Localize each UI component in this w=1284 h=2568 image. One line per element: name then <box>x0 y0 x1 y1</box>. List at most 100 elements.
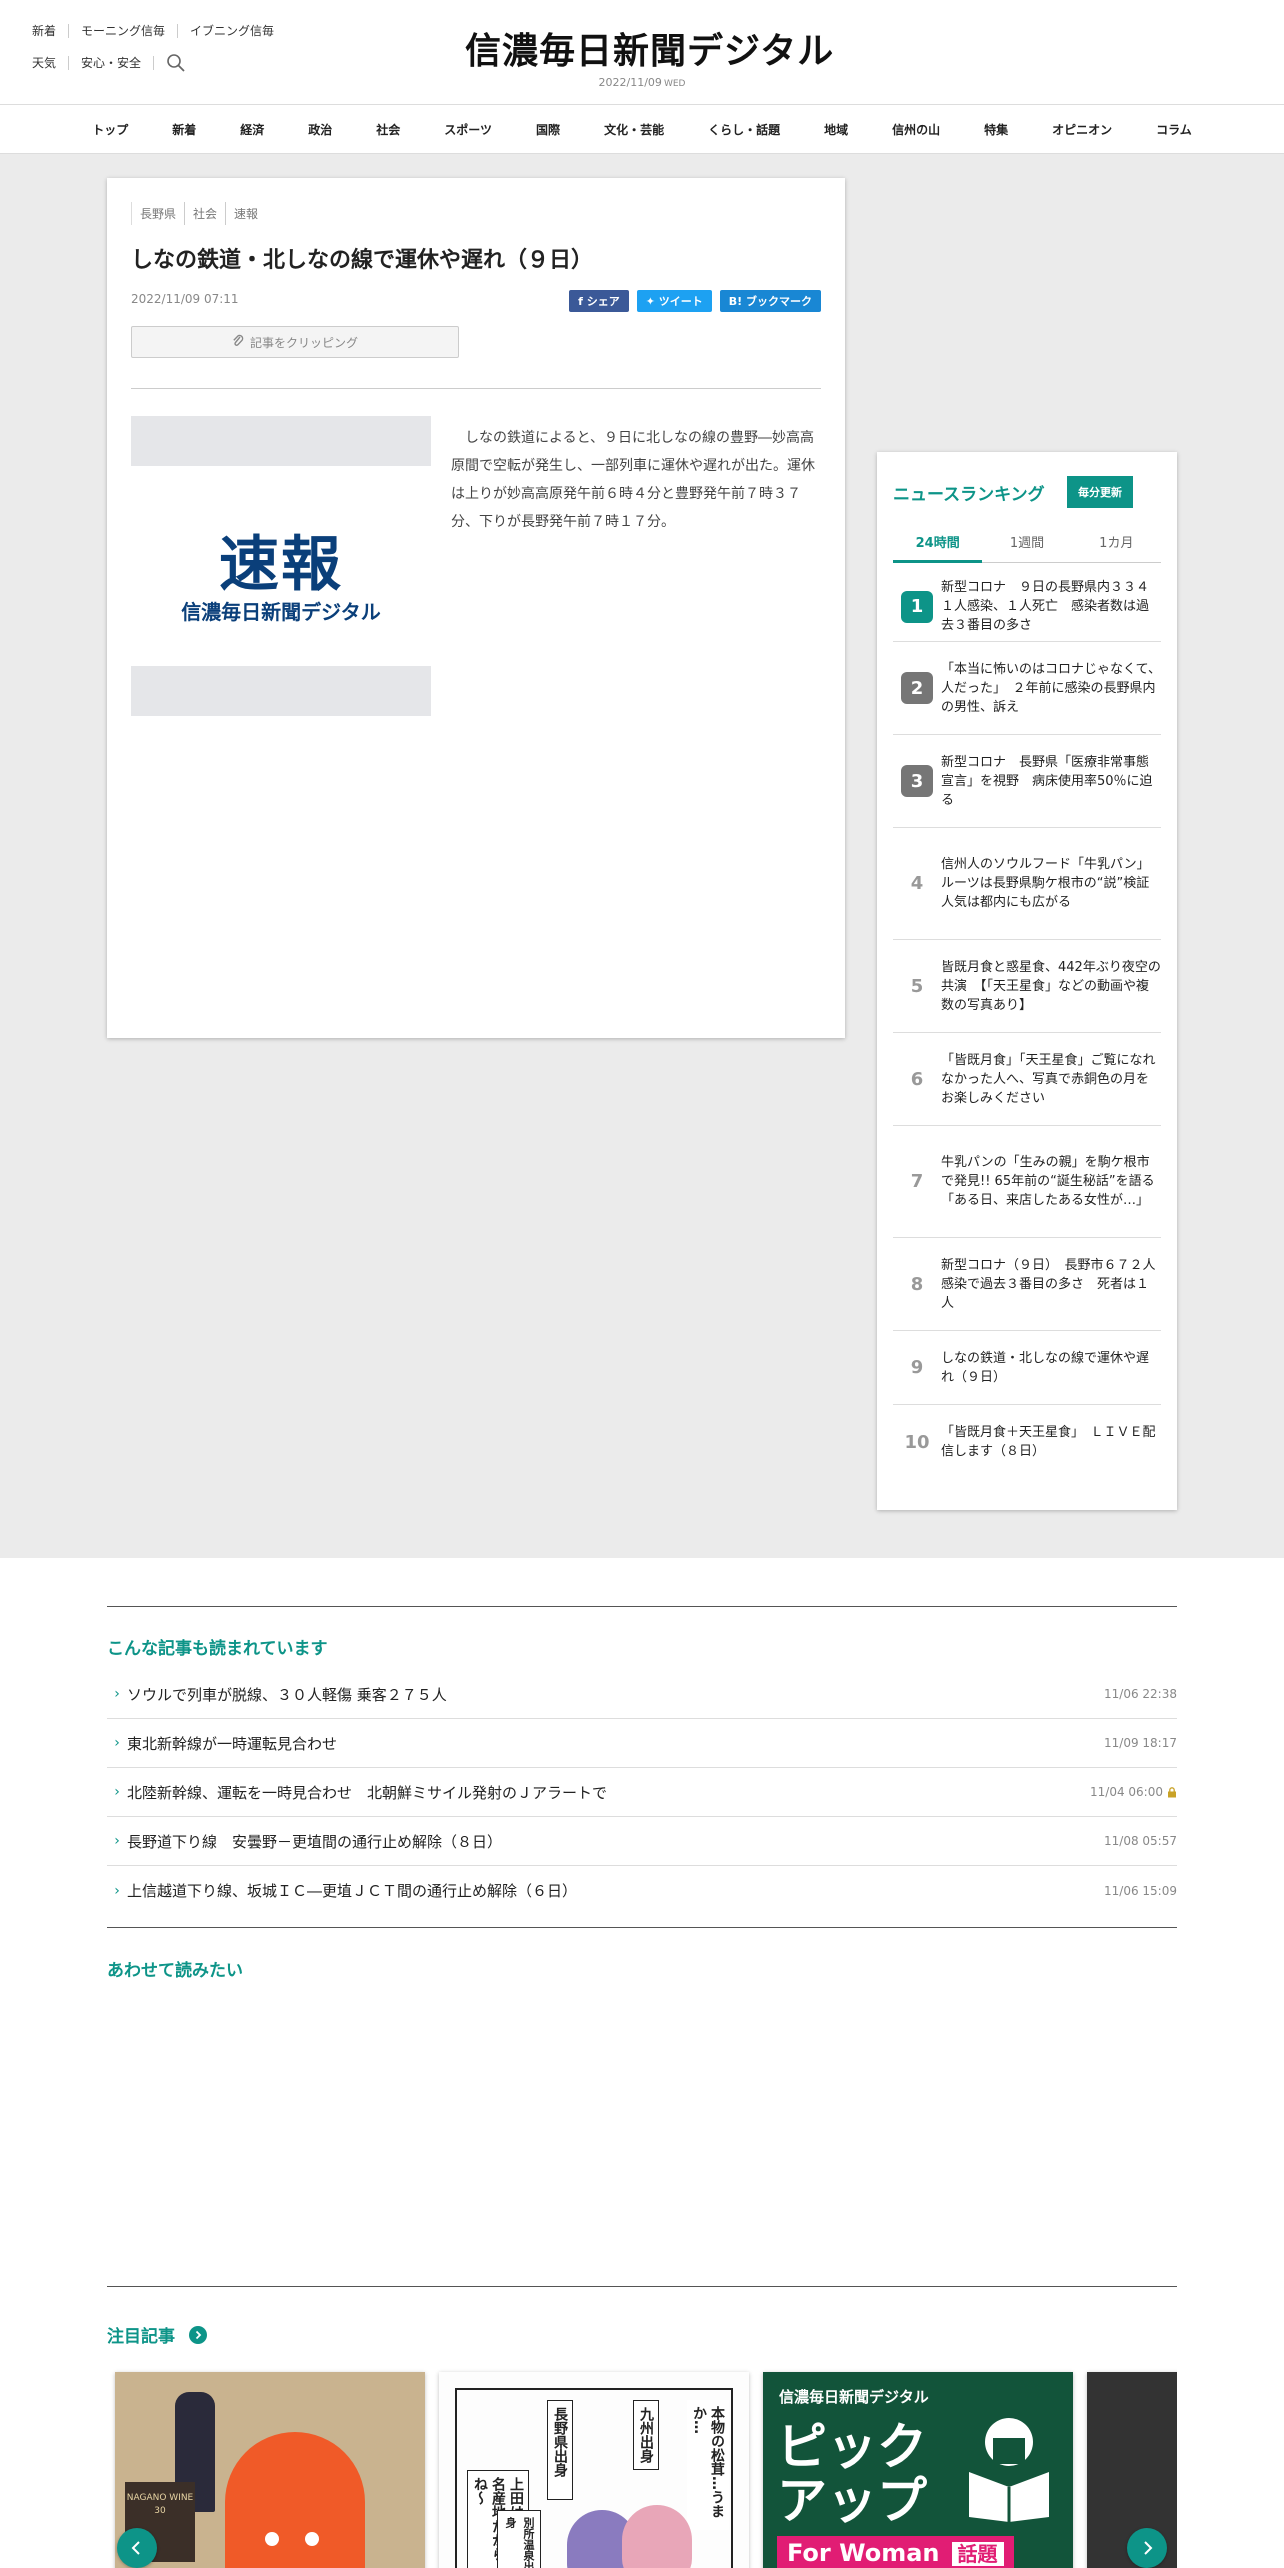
header-link-evening[interactable]: イブニング信毎 <box>190 24 286 38</box>
site-logo[interactable]: 信濃毎日新聞デジタル 2022/11/09 WED <box>465 22 833 89</box>
clip-article-button[interactable]: 記事をクリッピング <box>131 326 459 358</box>
tab-1week[interactable]: 1週間 <box>982 532 1071 562</box>
article-body: しなの鉄道によると、９日に北しなの線の豊野―妙高高原間で空転が発生し、一部列車に… <box>451 430 815 530</box>
ranking-item[interactable]: 3 新型コロナ 長野県「医療非常事態宣言」を視野 病床使用率50％に迫る <box>893 735 1161 828</box>
site-header: 新着 モーニング信毎 イブニング信毎 天気 安心・安全 信濃毎日新聞デジタル 2… <box>0 0 1284 104</box>
rank-number: 10 <box>904 1431 930 1453</box>
chevron-right-circle-icon[interactable] <box>189 2325 207 2344</box>
nav-item-politics[interactable]: 政治 <box>286 121 354 138</box>
rank-number: 7 <box>910 1171 924 1192</box>
ranking-item[interactable]: 10 「皆既月食＋天王星食」 ＬＩＶＥ配信します（８日） <box>893 1405 1161 1479</box>
nav-item-life[interactable]: くらし・話題 <box>686 121 802 138</box>
related-top-rule <box>107 1606 1177 1607</box>
ranking-item-text: 新型コロナ ９日の長野県内３３４１人感染、１人死亡 感染者数は過去３番目の多さ <box>941 580 1150 633</box>
nav-item-region[interactable]: 地域 <box>802 121 870 138</box>
tab-24h[interactable]: 24時間 <box>893 532 983 563</box>
tag-breaking[interactable]: 速報 <box>225 202 266 225</box>
tag-nagano[interactable]: 長野県 <box>131 202 184 225</box>
ranking-item-text: 新型コロナ 長野県「医療非常事態宣言」を視野 病床使用率50％に迫る <box>941 754 1153 808</box>
nav-item-new[interactable]: 新着 <box>150 121 218 138</box>
tag-society[interactable]: 社会 <box>184 202 225 225</box>
mascot-eye <box>265 2532 279 2546</box>
chevron-right-icon: › <box>114 1882 120 1899</box>
related-item-title: 東北新幹線が一時運転見合わせ <box>127 1734 338 1753</box>
chevron-right-icon: › <box>114 1833 120 1849</box>
rank-number: 4 <box>910 873 924 894</box>
hatena-icon: B! <box>728 295 746 308</box>
ranking-item[interactable]: 7 牛乳パンの「生みの親」を駒ケ根市で発見!! 65年前の“誕生秘話”を語る「あ… <box>893 1126 1161 1238</box>
manga-bubble: 九州出身 <box>633 2400 659 2470</box>
image-breaking-text: 速報 <box>219 530 343 600</box>
rank-number: 8 <box>910 1273 924 1295</box>
featured-card[interactable]: 信濃毎日新聞デジタル ピック アップ For Woman 話題 <box>763 2372 1073 2568</box>
chevron-left-icon <box>131 2541 140 2555</box>
image-bar-bottom <box>131 666 431 716</box>
related-item[interactable]: › 長野道下り線 安曇野－更埴間の通行止め解除（８日） 11/08 05:57 <box>107 1817 1177 1866</box>
card-logo-text: 信濃毎日新聞デジタル <box>779 2388 929 2406</box>
related-section-title: こんな記事も読まれています <box>107 1639 328 1659</box>
ranking-item[interactable]: 5 皆既月食と惑星食、442年ぶり夜空の共演 【「天王星食」などの動画や複数の写… <box>893 940 1161 1033</box>
header-link-new[interactable]: 新着 <box>32 24 70 38</box>
related-item-title: 上信越道下り線、坂城ＩＣ―更埴ＪＣＴ間の通行止め解除（６日） <box>127 1882 578 1900</box>
manga-bubble: 長野県出身 <box>547 2400 573 2500</box>
ranking-item[interactable]: 2 「本当に怖いのはコロナじゃなくて、人だった」 ２年前に感染の長野県内の男性、… <box>893 642 1161 735</box>
related-item[interactable]: › 東北新幹線が一時運転見合わせ 11/09 18:17 <box>107 1719 1177 1768</box>
related-item-date: 11/06 15:09 <box>1104 1883 1177 1898</box>
manga-bubble: 本物の松茸…うまか… <box>687 2400 729 2530</box>
related-item-title: 長野道下り線 安曇野－更埴間の通行止め解除（８日） <box>127 1832 503 1851</box>
featured-carousel: NAGANO WINE 30 上田は松茸の名産地だからね～ 長野県出身 九州出身… <box>107 2368 1177 2568</box>
featured-top-rule <box>107 2286 1177 2287</box>
image-bar-top <box>131 416 431 466</box>
nav-item-economy[interactable]: 経済 <box>218 121 286 138</box>
related-item[interactable]: › 上信越道下り線、坂城ＩＣ―更埴ＪＣＴ間の通行止め解除（６日） 11/06 1… <box>107 1866 1177 1915</box>
rank-badge: 3 <box>901 765 933 797</box>
ranking-item[interactable]: 4 信州人のソウルフード「牛乳パン」 ルーツは長野県駒ケ根市の“説”検証 人気は… <box>893 828 1163 940</box>
twitter-share-button[interactable]: ✦ ツイート <box>636 290 712 312</box>
carousel-next-button[interactable] <box>1127 2528 1167 2568</box>
card-photo-mascot <box>225 2432 365 2568</box>
ranking-item[interactable]: 8 新型コロナ（９日） 長野市６７２人感染で過去３番目の多さ 死者は１人 <box>893 1238 1161 1331</box>
ranking-item[interactable]: 1 新型コロナ ９日の長野県内３３４１人感染、１人死亡 感染者数は過去３番目の多… <box>893 572 1161 642</box>
header-date: 2022/11/09 WED <box>598 76 686 89</box>
header-link-weather[interactable]: 天気 <box>32 56 70 70</box>
nav-item-international[interactable]: 国際 <box>514 121 582 138</box>
nav-item-top[interactable]: トップ <box>70 121 150 138</box>
ranking-item[interactable]: 9 しなの鉄道・北しなの線で運休や遅れ（９日） <box>893 1331 1161 1405</box>
nav-item-features[interactable]: 特集 <box>962 121 1030 138</box>
article-date: 2022/11/09 07:11 <box>131 292 239 306</box>
manga-frame: 上田は松茸の名産地だからね～ 長野県出身 九州出身 本物の松茸…うまか… 別所温… <box>455 2388 733 2568</box>
tab-1month[interactable]: 1カ月 <box>1072 532 1161 562</box>
also-read-title: あわせて読みたい <box>107 1961 243 1981</box>
related-bottom-rule <box>107 1927 1177 1928</box>
rank-badge: 2 <box>901 672 933 704</box>
mascot-eye <box>305 2532 319 2546</box>
featured-card[interactable]: 上田は松茸の名産地だからね～ 長野県出身 九州出身 本物の松茸…うまか… 別所温… <box>439 2372 749 2568</box>
nav-item-mountains[interactable]: 信州の山 <box>870 121 962 138</box>
featured-card[interactable]: NAGANO WINE 30 <box>115 2372 425 2568</box>
ranking-item-text: 「本当に怖いのはコロナじゃなくて、人だった」 ２年前に感染の長野県内の男性、訴え <box>941 661 1161 715</box>
card-big-text: ピック アップ <box>777 2418 927 2530</box>
related-item-title: ソウルで列車が脱線、３０人軽傷 乗客２７５人 <box>127 1685 447 1704</box>
featured-section-title: 注目記事 <box>107 2322 207 2347</box>
facebook-share-button[interactable]: f シェア <box>569 290 629 312</box>
nav-item-sports[interactable]: スポーツ <box>422 121 514 138</box>
carousel-prev-button[interactable] <box>117 2528 157 2568</box>
header-link-morning[interactable]: モーニング信毎 <box>81 24 179 38</box>
twitter-icon: ✦ <box>645 295 659 308</box>
nav-item-column[interactable]: コラム <box>1134 121 1214 138</box>
ranking-tabs: 24時間 1週間 1カ月 <box>893 532 1161 563</box>
nav-item-society[interactable]: 社会 <box>354 121 422 138</box>
ranking-item-text: 信州人のソウルフード「牛乳パン」 ルーツは長野県駒ケ根市の“説”検証 人気は都内… <box>941 857 1163 910</box>
hatena-bookmark-button[interactable]: B! ブックマーク <box>719 290 821 312</box>
related-item[interactable]: › 北陸新幹線、運転を一時見合わせ 北朝鮮ミサイル発射のＪアラートで 11/04… <box>107 1768 1177 1817</box>
ranking-title: ニュースランキング <box>893 485 1045 505</box>
search-icon[interactable] <box>166 53 186 73</box>
ranking-item-text: 皆既月食と惑星食、442年ぶり夜空の共演 【「天王星食」などの動画や複数の写真あ… <box>941 959 1161 1013</box>
header-link-safety[interactable]: 安心・安全 <box>81 56 155 70</box>
related-item[interactable]: › ソウルで列車が脱線、３０人軽傷 乗客２７５人 11/06 22:38 <box>107 1670 1177 1719</box>
ranking-item[interactable]: 6 「皆既月食」「天王星食」ご覧になれなかった人へ、写真で赤銅色の月をお楽しみく… <box>893 1033 1161 1126</box>
nav-item-opinion[interactable]: オピニオン <box>1030 121 1134 138</box>
nav-item-culture[interactable]: 文化・芸能 <box>582 121 686 138</box>
ranking-item-text: 「皆既月食＋天王星食」 ＬＩＶＥ配信します（８日） <box>941 1425 1156 1459</box>
related-item-title: 北陸新幹線、運転を一時見合わせ 北朝鮮ミサイル発射のＪアラートで <box>127 1783 608 1802</box>
